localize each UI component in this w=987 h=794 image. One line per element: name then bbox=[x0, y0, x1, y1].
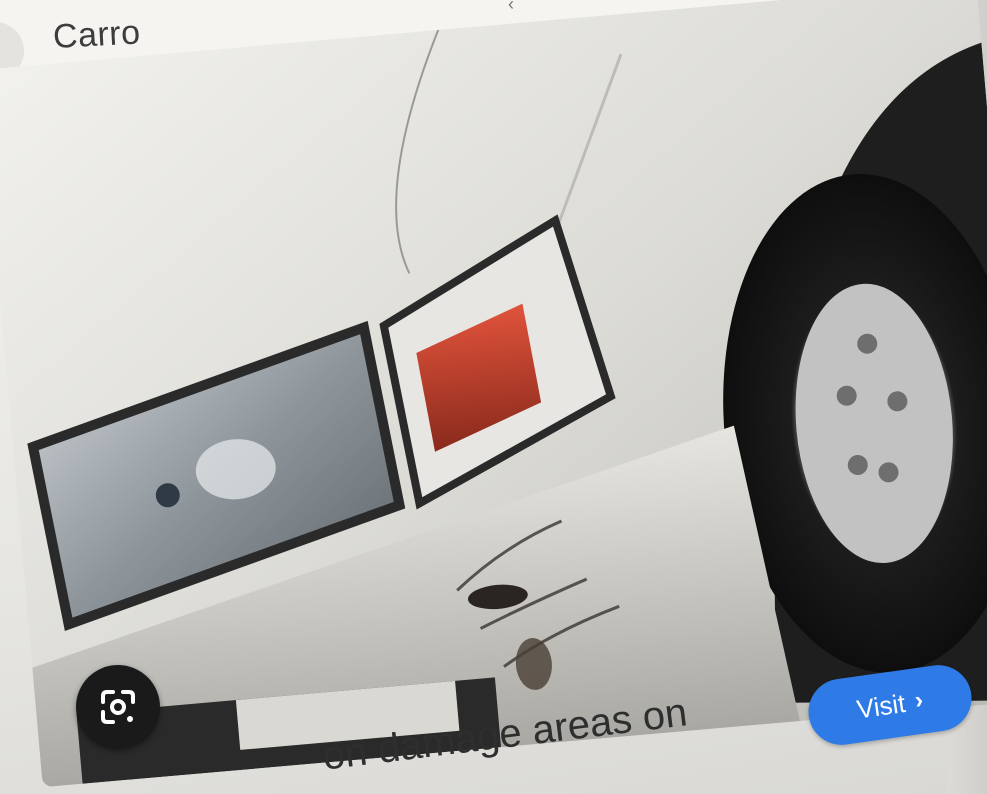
visit-label: Visit bbox=[854, 687, 908, 724]
screen: Carro ‹ Visit › on damage areas on bbox=[0, 0, 987, 794]
google-lens-button[interactable] bbox=[76, 665, 160, 749]
query-title: Carro bbox=[52, 13, 142, 56]
car-photo bbox=[0, 0, 987, 788]
partial-icon: ‹ bbox=[508, 0, 514, 14]
google-lens-icon bbox=[101, 690, 135, 724]
chevron-right-icon: › bbox=[913, 686, 925, 715]
result-image[interactable] bbox=[0, 0, 987, 788]
